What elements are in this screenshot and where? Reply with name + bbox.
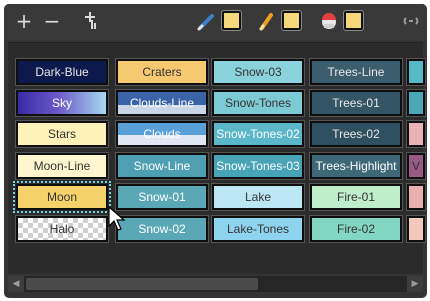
color-swatch[interactable]: Trees-Highlight [309,152,403,180]
color-swatch[interactable]: Dark-Blue [15,58,109,86]
mouse-cursor-icon [108,206,126,231]
brush-icon[interactable] [196,10,218,32]
scrollbar-thumb[interactable] [26,278,258,290]
color-swatch[interactable]: Stars [15,120,109,148]
palette-row: Halo Snow-02 Lake-Tones Fire-02 [8,215,426,243]
fill-color-swatch[interactable] [343,10,364,31]
scroll-left-icon[interactable]: ◀ [8,276,24,292]
color-swatch[interactable]: Snow-01 [115,183,209,211]
pencil-icon[interactable] [256,10,278,32]
color-swatch[interactable]: Moon-Line [15,152,109,180]
color-swatch[interactable]: Fire-02 [309,215,403,243]
color-swatch[interactable]: Halo [15,215,109,243]
pencil-color-swatch[interactable] [281,10,302,31]
remove-icon[interactable]: − [42,10,62,32]
color-swatch[interactable]: Lake [211,183,305,211]
color-swatch[interactable]: Snow-Line [115,152,209,180]
palette-row: Moon-Line Snow-Line Snow-Tones-03 Trees-Hig… [8,152,426,180]
palette-toolbar: + − [4,4,427,40]
paint-bucket-icon[interactable] [318,10,340,32]
brush-color-swatch[interactable] [221,10,242,31]
add-icon[interactable]: + [14,10,34,32]
color-swatch[interactable] [406,120,426,148]
color-swatch[interactable] [406,89,426,117]
color-swatch[interactable]: Clouds [115,120,209,148]
color-swatch[interactable] [406,215,426,243]
palette-row: Stars Clouds Snow-Tones-02 Trees-02 [8,120,426,148]
color-swatch[interactable]: Sky [15,89,109,117]
color-swatch[interactable]: Trees-Line [309,58,403,86]
palette-row: Moon Snow-01 Lake Fire-01 [8,181,426,213]
color-swatch[interactable]: V [406,152,426,180]
palette-row: Dark-Blue Craters Snow-03 Trees-Line [8,58,426,86]
color-swatch[interactable]: Trees-01 [309,89,403,117]
color-palette-panel: + − Dark-Blue Craters Snow-03 Trees-Line… [4,4,427,298]
color-swatch[interactable]: Moon [13,181,111,213]
color-swatch[interactable]: Clouds-Line [115,89,209,117]
color-swatch[interactable] [406,183,426,211]
color-swatch[interactable]: Snow-Tones [211,89,305,117]
color-swatch[interactable]: Lake-Tones [211,215,305,243]
scroll-right-icon[interactable]: ▶ [407,276,423,292]
color-swatch[interactable]: Snow-Tones-02 [211,120,305,148]
color-swatch[interactable] [406,58,426,86]
palette-swatch-grid: Dark-Blue Craters Snow-03 Trees-Line Sky Clou… [8,42,426,274]
color-swatch[interactable]: Snow-02 [115,215,209,243]
link-icon[interactable] [400,10,422,32]
color-swatch[interactable]: Snow-03 [211,58,305,86]
palette-row: Sky Clouds-Line Snow-Tones Trees-01 [8,89,426,117]
color-swatch[interactable]: Fire-01 [309,183,403,211]
color-swatch[interactable]: Craters [115,58,209,86]
color-swatch[interactable]: Snow-Tones-03 [211,152,305,180]
color-swatch[interactable]: Trees-02 [309,120,403,148]
horizontal-scrollbar[interactable]: ◀ ▶ [8,276,423,292]
merge-plus-icon[interactable] [81,10,103,32]
